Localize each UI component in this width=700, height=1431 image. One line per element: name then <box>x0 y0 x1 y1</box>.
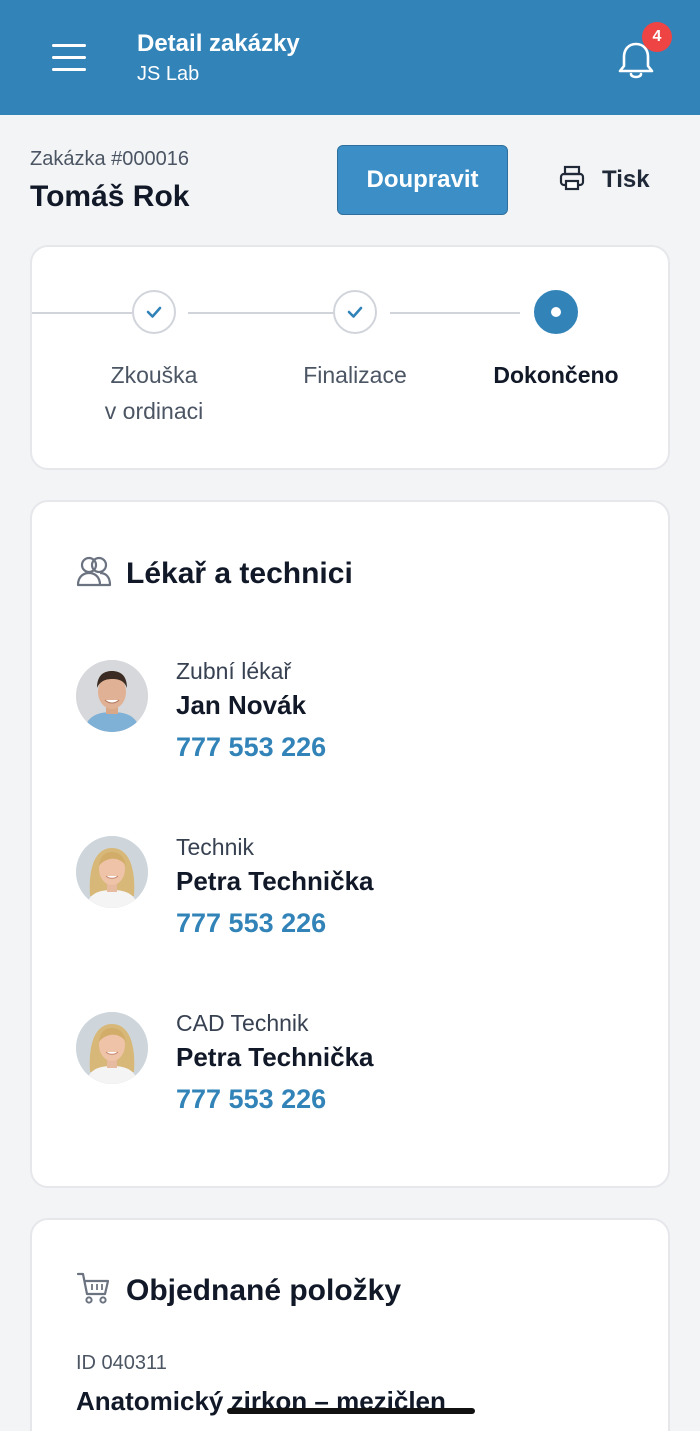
member-name: Jan Novák <box>176 690 307 720</box>
member-phone-link[interactable]: 777 553 226 <box>176 732 326 763</box>
hamburger-menu-icon[interactable] <box>52 44 86 72</box>
lab-name: JS Lab <box>137 63 200 85</box>
member-role: Zubní lékař <box>176 658 292 684</box>
edit-button[interactable]: Doupravit <box>337 145 508 215</box>
team-member-cad-technician: CAD Technik Petra Technička 777 553 226 <box>76 1010 636 1122</box>
print-label: Tisk <box>602 166 650 193</box>
page-title: Detail zakázky <box>137 30 300 57</box>
step-label-finalization: Finalizace <box>303 362 407 388</box>
team-title: Lékař a technici <box>126 556 353 590</box>
team-section-header: Lékař a technici <box>76 554 353 593</box>
progress-card: Zkouška v ordinaci Finalizace Dokončeno <box>30 245 670 470</box>
male-avatar <box>76 660 148 732</box>
step-check-icon <box>333 290 377 334</box>
team-member-dentist: Zubní lékař Jan Novák 777 553 226 <box>76 658 636 770</box>
order-id: Zakázka #000016 <box>30 148 190 170</box>
member-phone-link[interactable]: 777 553 226 <box>176 1084 326 1115</box>
member-name: Petra Technička <box>176 1042 374 1072</box>
member-phone-link[interactable]: 777 553 226 <box>176 908 326 939</box>
notification-badge: 4 <box>642 22 672 52</box>
member-role: CAD Technik <box>176 1010 309 1036</box>
items-title: Objednané položky <box>126 1273 402 1307</box>
team-card: Lékař a technici Zubní lékař Jan Novák 7… <box>30 500 670 1188</box>
member-role: Technik <box>176 834 254 860</box>
users-icon <box>76 554 112 593</box>
step-label-done: Dokončeno <box>493 362 619 388</box>
member-name: Petra Technička <box>176 866 374 896</box>
printer-icon <box>558 164 586 197</box>
items-section-header: Objednané položky <box>76 1270 401 1311</box>
female-avatar <box>76 836 148 908</box>
ordered-items-card: Objednané položky ID 040311 Anatomický z… <box>30 1218 670 1431</box>
step-label-fitting: Zkouška v ordinaci <box>104 362 204 424</box>
step-current-dot <box>534 290 578 334</box>
step-connector <box>32 312 132 314</box>
item-id: ID 040311 <box>76 1352 167 1374</box>
patient-name: Tomáš Rok <box>30 180 190 213</box>
step-check-icon <box>132 290 176 334</box>
team-member-technician: Technik Petra Technička 777 553 226 <box>76 834 636 946</box>
home-indicator <box>227 1408 475 1414</box>
app-bar: Detail zakázky JS Lab 4 <box>0 0 700 115</box>
print-button[interactable]: Tisk <box>558 160 650 200</box>
step-connector <box>188 312 334 314</box>
cart-icon <box>76 1270 112 1311</box>
step-connector <box>390 312 520 314</box>
female-avatar <box>76 1012 148 1084</box>
